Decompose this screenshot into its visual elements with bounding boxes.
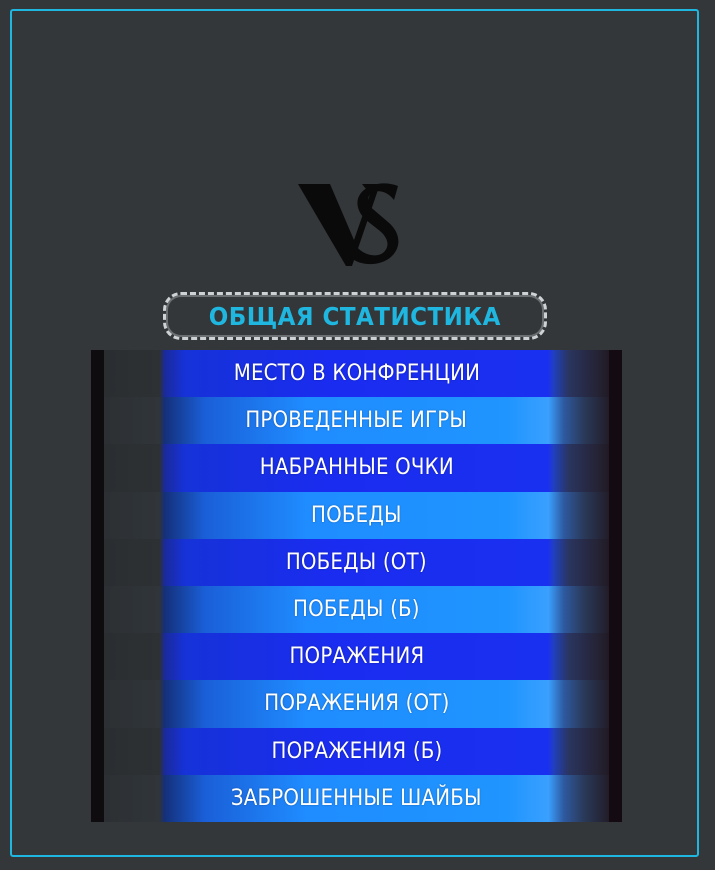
table-left-edge [91,350,104,822]
stat-row-losses-ot: ПОРАЖЕНИЯ (ОТ) [104,680,609,728]
stats-rows: МЕСТО В КОНФРЕНЦИИ ПРОВЕДЕННЫЕ ИГРЫ НАБР… [104,350,609,822]
stat-label: ЗАБРОШЕННЫЕ ШАЙБЫ [231,785,482,811]
stat-label: ПОРАЖЕНИЯ (ОТ) [263,691,450,717]
stat-row-conference-place: МЕСТО В КОНФРЕНЦИИ [104,350,609,398]
stat-label: НАБРАННЫЕ ОЧКИ [259,455,454,481]
vs-logo-svg [298,183,399,266]
overall-stats-header: ОБЩАЯ СТАТИСТИКА [163,292,547,340]
stat-row-losses-so: ПОРАЖЕНИЯ (Б) [104,727,609,775]
table-right-edge [609,350,622,822]
stat-row-points: НАБРАННЫЕ ОЧКИ [104,444,609,492]
stat-label: ПОБЕДЫ (Б) [293,597,420,623]
stat-row-wins: ПОБЕДЫ [104,491,609,539]
stat-label: МЕСТО В КОНФРЕНЦИИ [233,361,480,387]
stat-row-losses: ПОРАЖЕНИЯ [104,633,609,681]
stat-label: ПОРАЖЕНИЯ (Б) [271,738,442,764]
stat-row-wins-so: ПОБЕДЫ (Б) [104,585,609,634]
stat-label: ПРОВЕДЕННЫЕ ИГРЫ [245,408,468,434]
stats-table: МЕСТО В КОНФРЕНЦИИ ПРОВЕДЕННЫЕ ИГРЫ НАБР… [91,350,622,822]
stat-label: ПОРАЖЕНИЯ [289,644,424,670]
stat-label: ПОБЕДЫ [311,502,402,528]
vs-logo-icon [296,180,406,270]
stat-row-games-played: ПРОВЕДЕННЫЕ ИГРЫ [104,397,609,445]
stat-row-goals-scored: ЗАБРОШЕННЫЕ ШАЙБЫ [104,774,609,822]
overall-stats-title: ОБЩАЯ СТАТИСТИКА [208,301,502,331]
stat-label: ПОБЕДЫ (ОТ) [286,549,427,575]
stat-row-wins-ot: ПОБЕДЫ (ОТ) [104,538,609,586]
